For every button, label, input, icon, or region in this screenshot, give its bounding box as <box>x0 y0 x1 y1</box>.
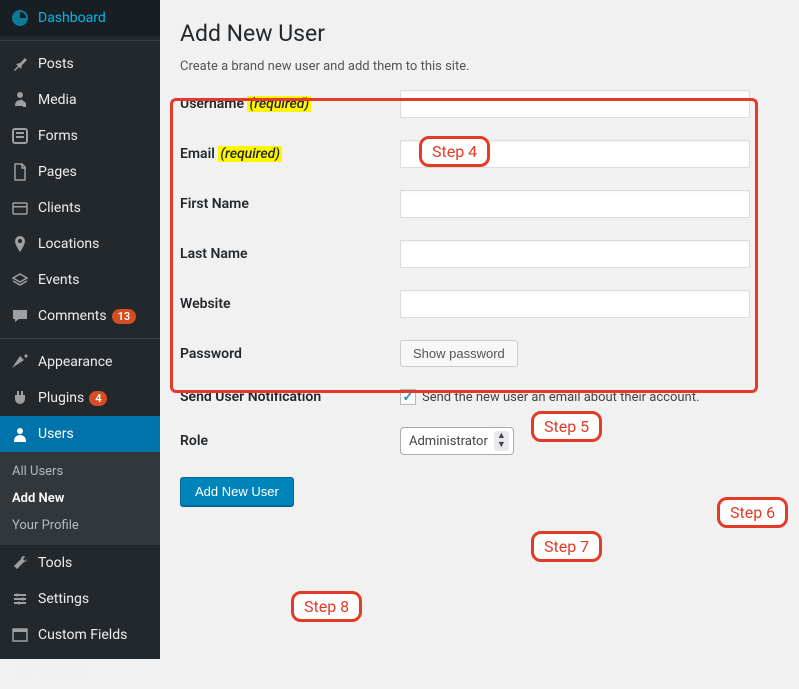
options-icon <box>10 661 30 681</box>
sidebar-item-events[interactable]: Events <box>0 262 160 298</box>
pages-icon <box>10 162 30 182</box>
required-badge: (required) <box>218 146 282 162</box>
username-input[interactable] <box>400 90 750 118</box>
sidebar-item-pages[interactable]: Pages <box>0 154 160 190</box>
forms-icon <box>10 126 30 146</box>
sidebar-item-plugins[interactable]: Plugins 4 <box>0 380 160 416</box>
dashboard-icon <box>10 8 30 28</box>
username-label: Username (required) <box>180 96 400 112</box>
website-input[interactable] <box>400 290 750 318</box>
user-form: Username (required) Email (required) Fir… <box>180 90 779 506</box>
sidebar-item-posts[interactable]: Posts <box>0 46 160 82</box>
role-value: Administrator <box>409 434 488 449</box>
page-description: Create a brand new user and add them to … <box>180 59 779 74</box>
email-label: Email (required) <box>180 146 400 162</box>
sidebar-label: Plugins <box>38 390 84 406</box>
required-badge: (required) <box>247 96 311 112</box>
sidebar-item-locations[interactable]: Locations <box>0 226 160 262</box>
media-icon <box>10 90 30 110</box>
customfields-icon <box>10 625 30 645</box>
show-password-button[interactable]: Show password <box>400 340 518 367</box>
sidebar-label: Clients <box>38 200 81 216</box>
admin-sidebar: Dashboard Posts Media Forms Pages Client… <box>0 0 160 659</box>
firstname-label: First Name <box>180 196 400 212</box>
website-label: Website <box>180 296 400 312</box>
firstname-input[interactable] <box>400 190 750 218</box>
sidebar-label: Comments <box>38 308 107 324</box>
sidebar-label: Locations <box>38 236 99 252</box>
sidebar-label: Pages <box>38 164 77 180</box>
sidebar-item-dashboard[interactable]: Dashboard <box>0 0 160 36</box>
clients-icon <box>10 198 30 218</box>
sidebar-item-options[interactable]: Options <box>0 653 160 689</box>
events-icon <box>10 270 30 290</box>
role-label: Role <box>180 433 400 449</box>
separator <box>0 36 160 41</box>
comments-badge: 13 <box>112 309 137 324</box>
sidebar-label: Media <box>38 92 77 108</box>
notification-text: Send the new user an email about their a… <box>422 390 699 405</box>
add-new-user-button[interactable]: Add New User <box>180 477 294 506</box>
sidebar-label: Forms <box>38 128 78 144</box>
sidebar-item-tools[interactable]: Tools <box>0 545 160 581</box>
sidebar-item-comments[interactable]: Comments 13 <box>0 298 160 334</box>
sidebar-label: Settings <box>38 591 89 607</box>
label-text: Email <box>180 146 215 162</box>
lastname-input[interactable] <box>400 240 750 268</box>
submenu-add-new[interactable]: Add New <box>0 485 160 512</box>
settings-icon <box>10 589 30 609</box>
sidebar-label: Options <box>38 663 86 679</box>
sidebar-label: Users <box>38 426 74 442</box>
comment-icon <box>10 306 30 326</box>
sidebar-item-settings[interactable]: Settings <box>0 581 160 617</box>
sidebar-item-users[interactable]: Users <box>0 416 160 452</box>
plugins-badge: 4 <box>89 391 107 406</box>
location-icon <box>10 234 30 254</box>
role-select[interactable]: Administrator ▲▼ <box>400 427 514 455</box>
page-title: Add New User <box>180 20 779 47</box>
users-icon <box>10 424 30 444</box>
active-pointer <box>160 426 169 442</box>
tools-icon <box>10 553 30 573</box>
sidebar-label: Appearance <box>38 354 112 370</box>
email-input[interactable] <box>400 140 750 168</box>
lastname-label: Last Name <box>180 246 400 262</box>
sidebar-label: Tools <box>38 555 72 571</box>
sidebar-item-clients[interactable]: Clients <box>0 190 160 226</box>
submenu-your-profile[interactable]: Your Profile <box>0 512 160 539</box>
sidebar-label: Dashboard <box>38 10 106 26</box>
notification-checkbox[interactable]: ✓ <box>400 389 416 405</box>
appearance-icon <box>10 352 30 372</box>
submenu-all-users[interactable]: All Users <box>0 458 160 485</box>
sidebar-item-forms[interactable]: Forms <box>0 118 160 154</box>
password-label: Password <box>180 346 400 362</box>
sidebar-item-appearance[interactable]: Appearance <box>0 344 160 380</box>
sidebar-label: Events <box>38 272 79 288</box>
label-text: Username <box>180 96 244 112</box>
notification-label: Send User Notification <box>180 389 400 405</box>
sidebar-label: Posts <box>38 56 74 72</box>
separator <box>0 334 160 339</box>
sidebar-label: Custom Fields <box>38 627 127 643</box>
select-arrows-icon: ▲▼ <box>494 431 509 451</box>
pin-icon <box>10 54 30 74</box>
sidebar-item-custom-fields[interactable]: Custom Fields <box>0 617 160 653</box>
users-submenu: All Users Add New Your Profile <box>0 452 160 545</box>
sidebar-item-media[interactable]: Media <box>0 82 160 118</box>
main-content: Add New User Create a brand new user and… <box>160 0 799 659</box>
plugin-icon <box>10 388 30 408</box>
